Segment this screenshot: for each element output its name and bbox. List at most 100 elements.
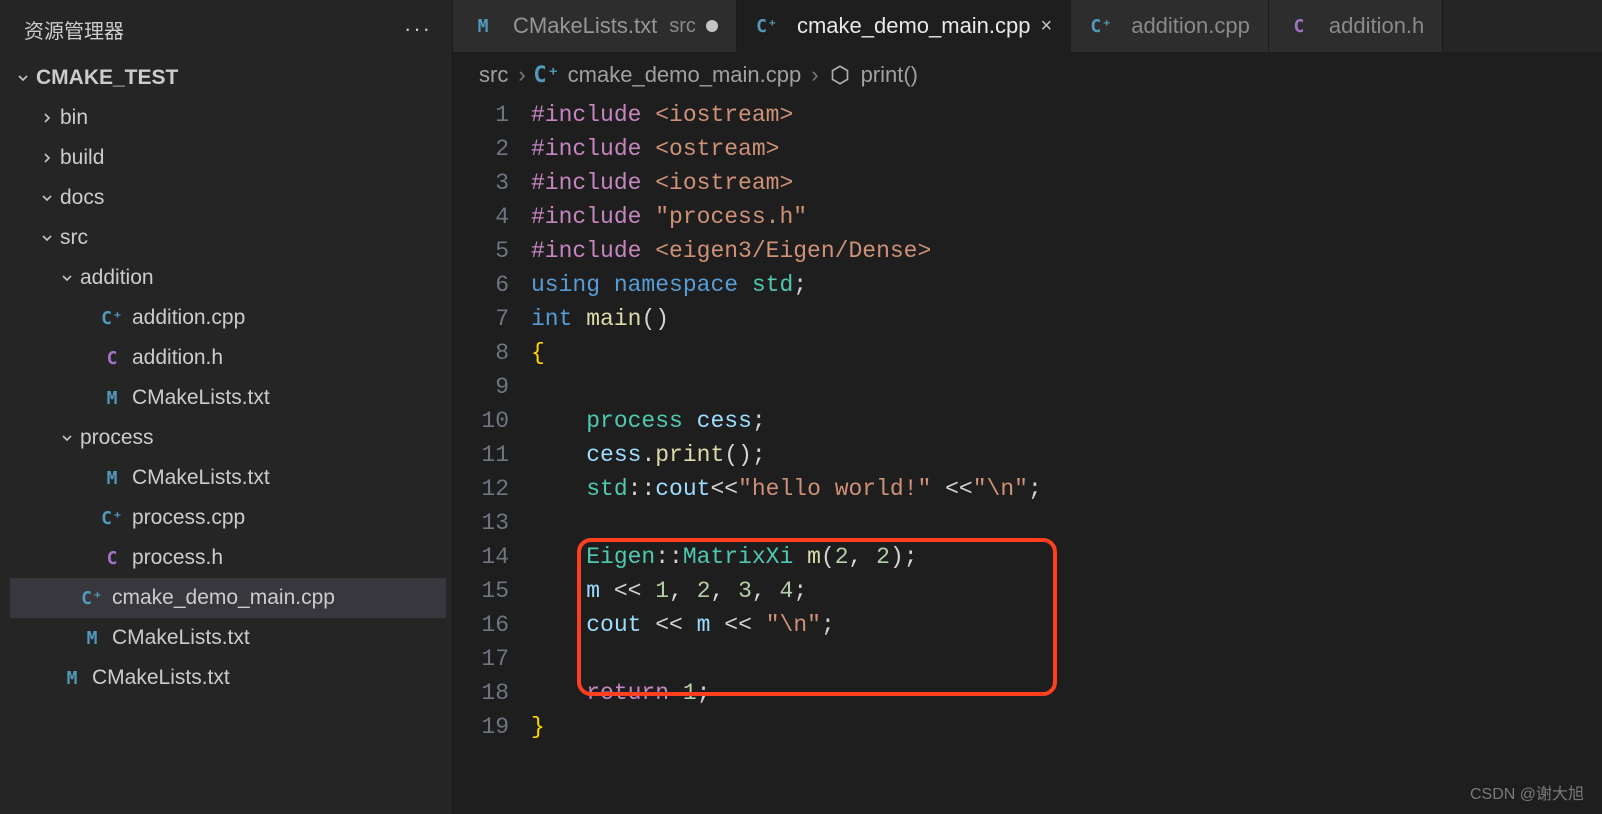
explorer-more-icon[interactable]: ··· (404, 16, 432, 42)
chevron-right-icon (38, 149, 56, 167)
code-line[interactable]: { (531, 336, 1042, 370)
tree-file[interactable]: C⁺ cmake_demo_main.cpp (10, 578, 446, 618)
code-line[interactable]: m << 1, 2, 3, 4; (531, 574, 1042, 608)
code-editor[interactable]: 12345678910111213141516171819 #include <… (453, 98, 1602, 744)
cpp-file-icon: C⁺ (536, 64, 558, 86)
line-number: 11 (453, 438, 509, 472)
code-line[interactable]: cout << m << "\n"; (531, 608, 1042, 642)
tree-item-label: CMakeLists.txt (132, 466, 270, 490)
tab-label: cmake_demo_main.cpp (797, 13, 1031, 39)
h-file-icon: C (100, 346, 124, 370)
breadcrumb-seg[interactable]: cmake_demo_main.cpp (568, 62, 802, 88)
explorer-sidebar: 资源管理器 ··· CMAKE_TEST bin build docs src addi… (0, 0, 453, 814)
tab-label: addition.h (1329, 13, 1424, 39)
chevron-down-icon (58, 269, 76, 287)
file-tree: CMAKE_TEST bin build docs src addition C⁺ addi… (0, 58, 452, 698)
close-icon[interactable]: × (1041, 15, 1053, 38)
explorer-title: 资源管理器 (24, 15, 124, 44)
line-gutter: 12345678910111213141516171819 (453, 98, 531, 744)
watermark: CSDN @谢大旭 (1470, 780, 1584, 804)
symbol-method-icon (829, 64, 851, 86)
cpp-file-icon: C⁺ (1089, 14, 1113, 38)
tree-file[interactable]: Cprocess.h (10, 538, 446, 578)
cmake-file-icon: M (60, 666, 84, 690)
tree-item-label: CMakeLists.txt (92, 666, 230, 690)
tree-item-label: docs (60, 186, 104, 210)
tree-item-label: src (60, 226, 88, 250)
tree-root-label: CMAKE_TEST (36, 66, 178, 90)
tree-folder[interactable]: addition (10, 258, 446, 298)
cpp-file-icon: C⁺ (755, 14, 779, 38)
code-line[interactable] (531, 506, 1042, 540)
tree-file[interactable]: C⁺process.cpp (10, 498, 446, 538)
line-number: 15 (453, 574, 509, 608)
tree-item-label: addition.cpp (132, 306, 245, 330)
tab-label: CMakeLists.txt (513, 13, 657, 39)
code-line[interactable]: std::cout<<"hello world!" <<"\n"; (531, 472, 1042, 506)
tree-file[interactable]: MCMakeLists.txt (10, 458, 446, 498)
code-line[interactable] (531, 642, 1042, 676)
tree-folder[interactable]: build (10, 138, 446, 178)
line-number: 6 (453, 268, 509, 302)
code-line[interactable]: #include <iostream> (531, 166, 1042, 200)
tree-item-label: CMakeLists.txt (132, 386, 270, 410)
tree-file[interactable]: MCMakeLists.txt (10, 378, 446, 418)
editor-tab[interactable]: MCMakeLists.txtsrc (453, 0, 737, 52)
code-line[interactable]: #include <iostream> (531, 98, 1042, 132)
code-line[interactable]: #include <eigen3/Eigen/Dense> (531, 234, 1042, 268)
breadcrumb-seg[interactable]: src (479, 62, 508, 88)
code-line[interactable]: cess.print(); (531, 438, 1042, 472)
cpp-file-icon: C⁺ (80, 586, 104, 610)
tree-item-label: bin (60, 106, 88, 130)
line-number: 18 (453, 676, 509, 710)
code-line[interactable]: } (531, 710, 1042, 744)
code-line[interactable]: return 1; (531, 676, 1042, 710)
tree-item-label: process (80, 426, 154, 450)
tree-folder[interactable]: process (10, 418, 446, 458)
breadcrumb[interactable]: src › C⁺ cmake_demo_main.cpp › print() (453, 52, 1602, 98)
code-line[interactable]: #include <ostream> (531, 132, 1042, 166)
tree-folder[interactable]: docs (10, 178, 446, 218)
tree-file[interactable]: Caddition.h (10, 338, 446, 378)
code-line[interactable]: using namespace std; (531, 268, 1042, 302)
dirty-indicator-icon (706, 20, 718, 32)
tab-label: addition.cpp (1131, 13, 1250, 39)
code-line[interactable]: process cess; (531, 404, 1042, 438)
line-number: 5 (453, 234, 509, 268)
cmake-file-icon: M (80, 626, 104, 650)
line-number: 13 (453, 506, 509, 540)
chevron-right-icon: › (811, 62, 818, 88)
code-line[interactable]: int main() (531, 302, 1042, 336)
editor-tab[interactable]: Caddition.h (1269, 0, 1443, 52)
chevron-right-icon (38, 109, 56, 127)
tree-file[interactable]: M CMakeLists.txt (10, 618, 446, 658)
tree-folder[interactable]: src (10, 218, 446, 258)
tree-root[interactable]: CMAKE_TEST (10, 58, 446, 98)
line-number: 17 (453, 642, 509, 676)
tree-item-label: process.h (132, 546, 223, 570)
tree-item-label: cmake_demo_main.cpp (112, 586, 335, 610)
cpp-file-icon: C⁺ (100, 306, 124, 330)
cmake-file-icon: M (471, 14, 495, 38)
h-file-icon: C (100, 546, 124, 570)
tree-file[interactable]: C⁺ addition.cpp (10, 298, 446, 338)
line-number: 16 (453, 608, 509, 642)
code-line[interactable] (531, 370, 1042, 404)
tree-file[interactable]: M CMakeLists.txt (10, 658, 446, 698)
editor-tab[interactable]: C⁺ cmake_demo_main.cpp × (737, 0, 1071, 52)
h-file-icon: C (1287, 14, 1311, 38)
code-line[interactable]: Eigen::MatrixXi m(2, 2); (531, 540, 1042, 574)
editor-tab[interactable]: C⁺ addition.cpp (1071, 0, 1269, 52)
code-content[interactable]: #include <iostream>#include <ostream>#in… (531, 98, 1042, 744)
cpp-file-icon: C⁺ (100, 506, 124, 530)
breadcrumb-seg[interactable]: print() (861, 62, 918, 88)
tab-bar: MCMakeLists.txtsrcC⁺cmake_demo_main.cpp×… (453, 0, 1602, 52)
tree-item-label: addition (80, 266, 154, 290)
tree-item-label: addition.h (132, 346, 223, 370)
chevron-down-icon (14, 69, 32, 87)
chevron-right-icon: › (518, 62, 525, 88)
code-line[interactable]: #include "process.h" (531, 200, 1042, 234)
tree-folder[interactable]: bin (10, 98, 446, 138)
line-number: 19 (453, 710, 509, 744)
tree-item-label: CMakeLists.txt (112, 626, 250, 650)
